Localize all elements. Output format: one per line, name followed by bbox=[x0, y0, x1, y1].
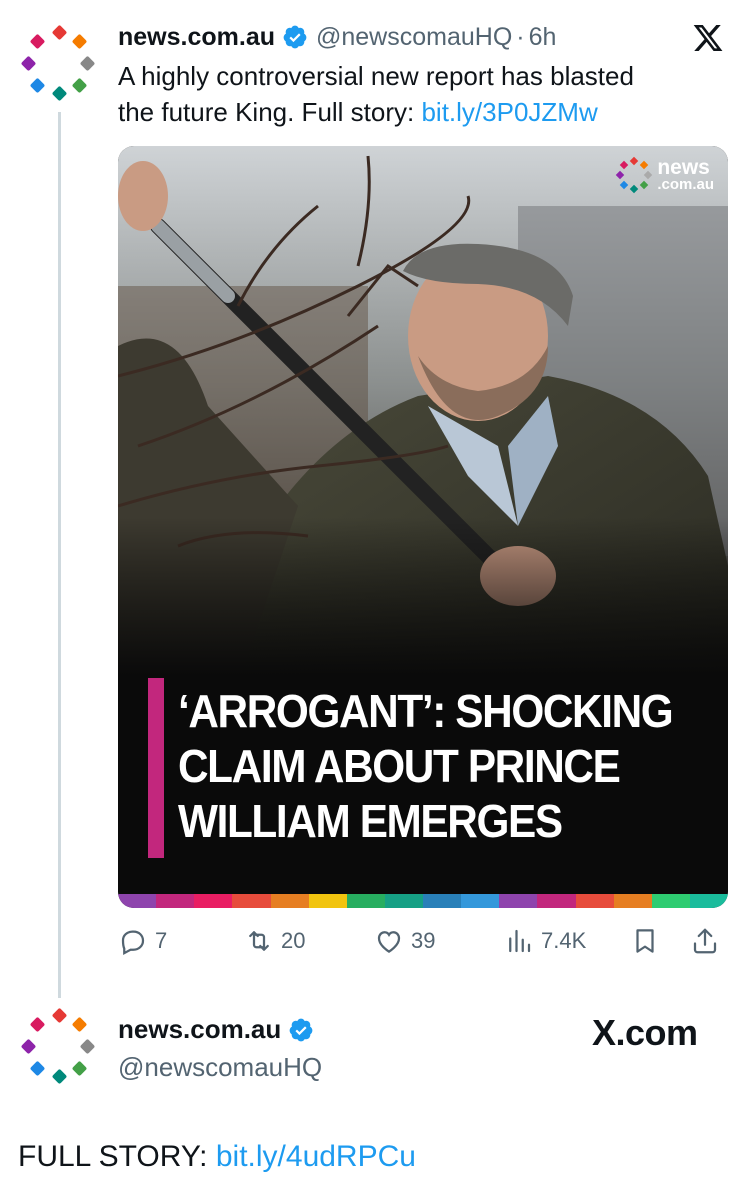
tweet-text-line: A highly controversial new report has bl… bbox=[118, 61, 634, 91]
headline-line: WILLIAM EMERGES bbox=[178, 795, 563, 847]
full-story-link[interactable]: bit.ly/4udRPCu bbox=[216, 1140, 416, 1173]
logo-dot bbox=[51, 1068, 68, 1085]
tweet-text-line: the future King. Full story: bit.ly/3P0J… bbox=[118, 94, 718, 130]
share-icon bbox=[693, 928, 717, 954]
tweet-link[interactable]: bit.ly/3P0JZMw bbox=[421, 97, 597, 127]
handle[interactable]: @newscomauHQ bbox=[316, 23, 512, 52]
media-headline: ‘ARROGANT’: SHOCKING CLAIM ABOUT PRINCE … bbox=[178, 684, 675, 849]
timestamp[interactable]: 6h bbox=[529, 23, 557, 52]
logo-dot bbox=[29, 33, 46, 50]
x-dot-com-brand: X.com bbox=[592, 1012, 698, 1053]
verified-badge-icon bbox=[283, 25, 307, 49]
headline-accent-bar bbox=[148, 678, 164, 858]
strip-segment bbox=[613, 894, 652, 908]
tweet-actions: 7 20 39 7.4K bbox=[118, 922, 728, 962]
strip-segment bbox=[651, 894, 690, 908]
bookmark-icon bbox=[636, 929, 654, 953]
logo-dot bbox=[29, 77, 46, 94]
display-name[interactable]: news.com.au bbox=[118, 23, 275, 52]
logo-dot bbox=[29, 1016, 46, 1033]
logo-dot bbox=[51, 24, 68, 41]
logo-dot bbox=[71, 77, 88, 94]
full-story-text: FULL STORY: bit.ly/4udRPCu bbox=[18, 1140, 416, 1174]
bookmark-button[interactable] bbox=[630, 926, 660, 956]
logo-dot bbox=[51, 85, 68, 102]
media-brand-logo: news .com.au bbox=[616, 155, 714, 194]
headline-line: ‘ARROGANT’: SHOCKING bbox=[178, 685, 674, 737]
avatar[interactable] bbox=[18, 20, 100, 102]
logo-subtext: .com.au bbox=[657, 175, 714, 193]
strip-segment bbox=[537, 894, 576, 908]
strip-segment bbox=[346, 894, 385, 908]
separator: · bbox=[516, 22, 525, 51]
logo-dot bbox=[79, 1038, 96, 1055]
x-logo-icon[interactable] bbox=[692, 22, 724, 54]
reply-button[interactable]: 7 bbox=[118, 926, 167, 956]
tweet-text: A highly controversial new report has bl… bbox=[118, 58, 718, 130]
logo-dot bbox=[20, 55, 37, 72]
strip-segment bbox=[384, 894, 423, 908]
card-display-name[interactable]: news.com.au bbox=[118, 1014, 322, 1045]
strip-segment bbox=[232, 894, 271, 908]
strip-segment bbox=[689, 894, 728, 908]
retweet-count: 20 bbox=[281, 928, 306, 953]
strip-segment bbox=[156, 894, 195, 908]
reply-icon bbox=[121, 930, 145, 956]
thread-connector-line bbox=[58, 112, 61, 998]
logo-text: news bbox=[657, 155, 710, 179]
display-name[interactable]: news.com.au bbox=[118, 1014, 281, 1045]
news-photo bbox=[118, 146, 728, 676]
headline-line: CLAIM ABOUT PRINCE bbox=[178, 740, 621, 792]
views-button[interactable]: 7.4K bbox=[504, 926, 586, 956]
like-count: 39 bbox=[411, 928, 436, 953]
avatar[interactable] bbox=[18, 1003, 100, 1085]
strip-segment bbox=[270, 894, 309, 908]
reply-count: 7 bbox=[155, 928, 168, 953]
retweet-icon bbox=[249, 931, 269, 951]
card-handle[interactable]: @newscomauHQ bbox=[118, 1052, 322, 1083]
tweet-header: news.com.au @newscomauHQ · 6h bbox=[118, 20, 556, 54]
full-story-prefix: FULL STORY: bbox=[18, 1140, 216, 1173]
strip-segment bbox=[423, 894, 462, 908]
logo-dot bbox=[71, 33, 88, 50]
tweet-text-fragment: the future King. Full story: bbox=[118, 97, 422, 127]
strip-segment bbox=[194, 894, 233, 908]
verified-badge-icon bbox=[289, 1018, 313, 1041]
media-card[interactable]: news .com.au ‘ARROGANT’: SHOCKING CLAIM … bbox=[118, 146, 728, 908]
strip-segment bbox=[308, 894, 347, 908]
logo-dot bbox=[71, 1016, 88, 1033]
like-button[interactable]: 39 bbox=[374, 926, 435, 956]
logo-dot bbox=[20, 1038, 37, 1055]
strip-segment bbox=[575, 894, 614, 908]
strip-segment bbox=[461, 894, 500, 908]
view-count: 7.4K bbox=[541, 928, 587, 953]
heart-icon bbox=[377, 931, 401, 953]
analytics-icon bbox=[509, 929, 531, 953]
logo-dot bbox=[51, 1007, 68, 1024]
strip-segment bbox=[499, 894, 538, 908]
share-button[interactable] bbox=[690, 926, 720, 956]
logo-dot bbox=[29, 1060, 46, 1077]
brand-color-strip bbox=[118, 894, 728, 908]
news-logo-icon bbox=[616, 156, 653, 194]
strip-segment bbox=[118, 894, 157, 908]
logo-dot bbox=[71, 1060, 88, 1077]
retweet-button[interactable]: 20 bbox=[244, 926, 305, 956]
logo-dot bbox=[79, 55, 96, 72]
